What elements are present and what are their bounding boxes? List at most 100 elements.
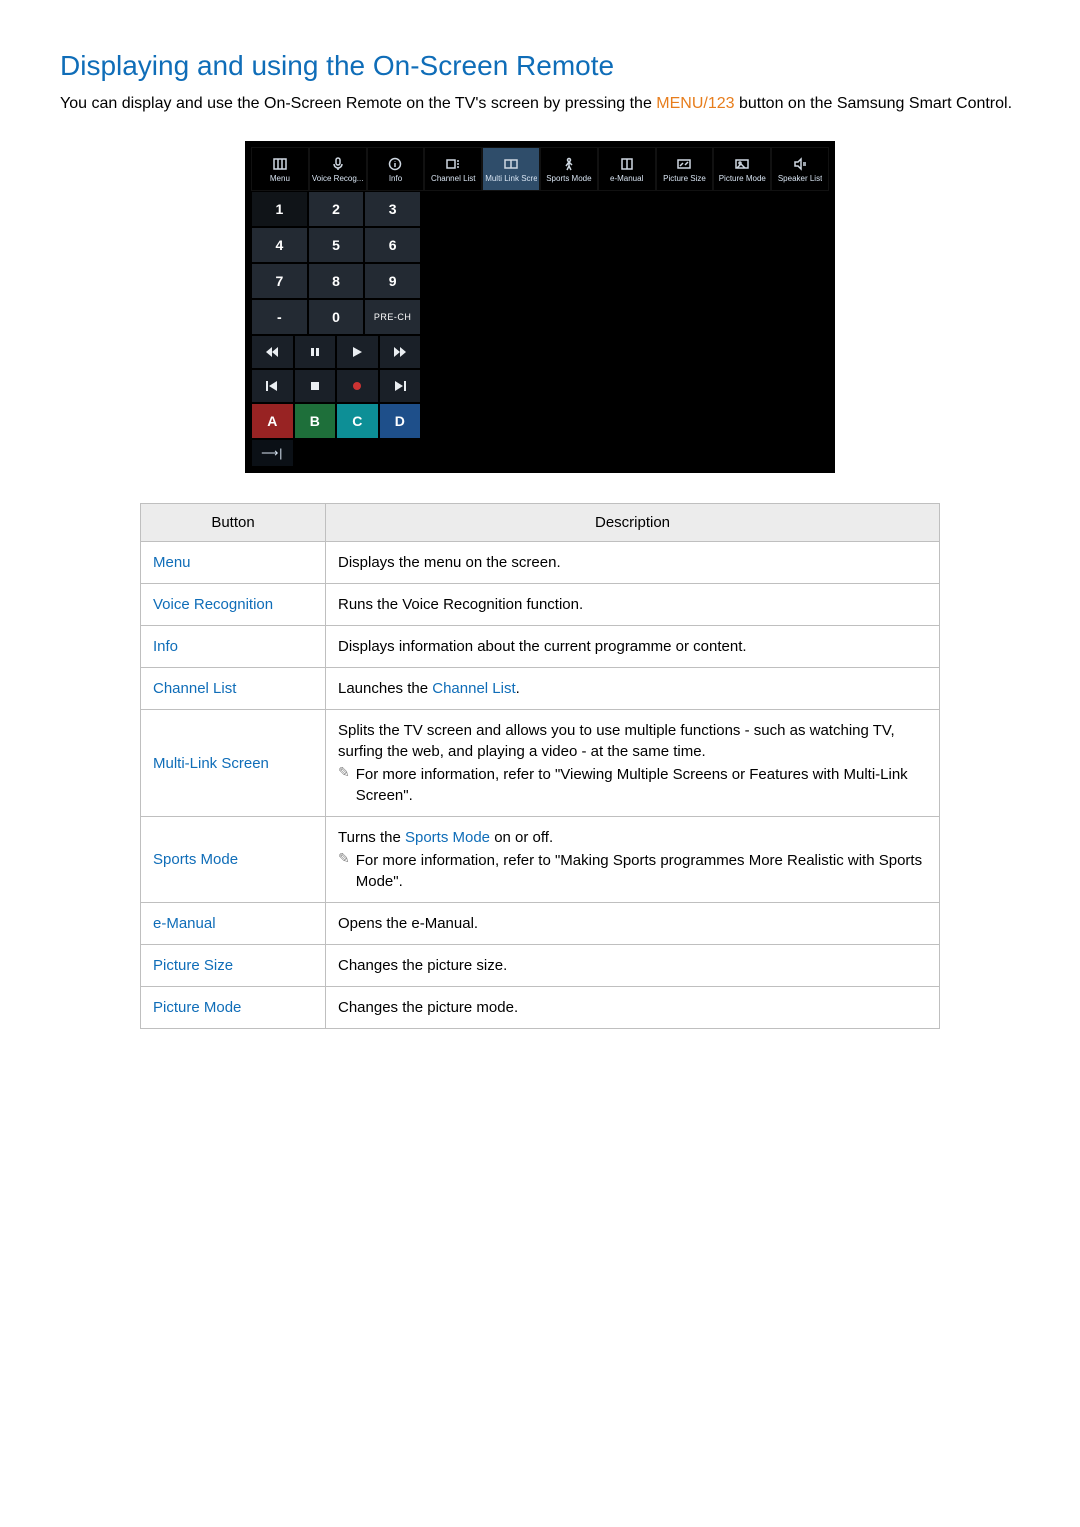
multi-link-icon [503, 157, 519, 171]
pause-button[interactable] [294, 335, 337, 369]
speaker-list-tile[interactable]: Speaker List [771, 147, 829, 191]
numpad-3[interactable]: 3 [364, 191, 421, 227]
note-text: For more information, refer to "Viewing … [356, 764, 927, 806]
button-description-table: Button Description Menu Displays the men… [140, 503, 940, 1029]
remote-right-blank [421, 191, 829, 467]
sports-mode-icon [561, 157, 577, 171]
numpad-8[interactable]: 8 [308, 263, 365, 299]
button-desc: Launches the Channel List. [326, 668, 940, 710]
fast-forward-icon [393, 346, 407, 358]
numpad-9[interactable]: 9 [364, 263, 421, 299]
stop-icon [308, 380, 322, 392]
voice-recog-tile-label: Voice Recog... [312, 174, 364, 183]
menu-tile-label: Menu [270, 174, 290, 183]
picture-size-icon [676, 157, 692, 171]
button-name: e-Manual [141, 903, 326, 945]
picture-mode-tile[interactable]: Picture Mode [713, 147, 771, 191]
play-icon [350, 346, 364, 358]
sports-mode-tile-label: Sports Mode [546, 174, 591, 183]
sports-mode-link: Sports Mode [405, 829, 490, 846]
channel-list-tile[interactable]: Channel List [424, 147, 482, 191]
desc-text: Turns the [338, 829, 405, 846]
speaker-list-tile-label: Speaker List [778, 174, 822, 183]
color-d-button[interactable]: D [379, 403, 422, 439]
intro-text-1: You can display and use the On-Screen Re… [60, 95, 656, 112]
table-row: Channel List Launches the Channel List. [141, 668, 940, 710]
note-icon: ✎ [338, 850, 350, 867]
page-title: Displaying and using the On-Screen Remot… [60, 50, 1020, 82]
skip-back-icon [265, 380, 279, 392]
button-desc: Runs the Voice Recognition function. [326, 584, 940, 626]
button-name: Menu [141, 542, 326, 584]
table-row: Menu Displays the menu on the screen. [141, 542, 940, 584]
button-name: Multi-Link Screen [141, 710, 326, 817]
numpad-5[interactable]: 5 [308, 227, 365, 263]
rewind-button[interactable] [251, 335, 294, 369]
color-b-button[interactable]: B [294, 403, 337, 439]
skip-back-button[interactable] [251, 369, 294, 403]
table-row: e-Manual Opens the e-Manual. [141, 903, 940, 945]
table-row: Voice Recognition Runs the Voice Recogni… [141, 584, 940, 626]
numpad-7[interactable]: 7 [251, 263, 308, 299]
table-row: Sports Mode Turns the Sports Mode on or … [141, 817, 940, 903]
button-name: Picture Mode [141, 987, 326, 1029]
menu123-label: MENU/123 [656, 95, 734, 112]
info-icon [387, 157, 403, 171]
on-screen-remote: Menu Voice Recog... Info Channel List Mu… [245, 141, 835, 473]
e-manual-tile[interactable]: e-Manual [598, 147, 656, 191]
color-a-button[interactable]: A [251, 403, 294, 439]
table-header-description: Description [326, 504, 940, 542]
button-desc: Splits the TV screen and allows you to u… [326, 710, 940, 817]
record-icon [353, 382, 361, 390]
color-c-button[interactable]: C [336, 403, 379, 439]
e-manual-tile-label: e-Manual [610, 174, 643, 183]
play-button[interactable] [336, 335, 379, 369]
channel-list-link: Channel List [432, 680, 515, 697]
stop-button[interactable] [294, 369, 337, 403]
desc-text: on or off. [490, 829, 553, 846]
picture-mode-tile-label: Picture Mode [719, 174, 766, 183]
numpad-dash[interactable]: - [251, 299, 308, 335]
voice-recog-tile[interactable]: Voice Recog... [309, 147, 367, 191]
scroll-right-button[interactable]: ⟶| [251, 439, 294, 467]
table-row: Multi-Link Screen Splits the TV screen a… [141, 710, 940, 817]
sports-mode-tile[interactable]: Sports Mode [540, 147, 598, 191]
table-row: Picture Mode Changes the picture mode. [141, 987, 940, 1029]
numpad-2[interactable]: 2 [308, 191, 365, 227]
remote-left-panel: 1 2 3 4 5 6 7 8 9 - 0 PRE-CH [251, 191, 421, 467]
picture-size-tile[interactable]: Picture Size [656, 147, 714, 191]
pre-ch-button[interactable]: PRE-CH [364, 299, 421, 335]
pause-icon [308, 346, 322, 358]
note-icon: ✎ [338, 764, 350, 781]
skip-forward-button[interactable] [379, 369, 422, 403]
desc-text: . [516, 680, 520, 697]
button-desc: Displays the menu on the screen. [326, 542, 940, 584]
speaker-list-icon [792, 157, 808, 171]
record-button[interactable] [336, 369, 379, 403]
menu-tile[interactable]: Menu [251, 147, 309, 191]
desc-text: Splits the TV screen and allows you to u… [338, 720, 927, 762]
table-header-button: Button [141, 504, 326, 542]
numpad-4[interactable]: 4 [251, 227, 308, 263]
desc-text: Launches the [338, 680, 432, 697]
button-desc: Turns the Sports Mode on or off. ✎ For mo… [326, 817, 940, 903]
button-desc: Displays information about the current p… [326, 626, 940, 668]
numpad-1[interactable]: 1 [251, 191, 308, 227]
note-text: For more information, refer to "Making S… [356, 850, 927, 892]
numpad-6[interactable]: 6 [364, 227, 421, 263]
e-manual-icon [619, 157, 635, 171]
button-name: Info [141, 626, 326, 668]
button-desc: Changes the picture mode. [326, 987, 940, 1029]
info-tile[interactable]: Info [367, 147, 425, 191]
button-name: Channel List [141, 668, 326, 710]
multi-link-screen-tile[interactable]: Multi Link Screen [482, 147, 540, 191]
button-desc: Changes the picture size. [326, 945, 940, 987]
fast-forward-button[interactable] [379, 335, 422, 369]
intro-paragraph: You can display and use the On-Screen Re… [60, 92, 1020, 116]
button-name: Sports Mode [141, 817, 326, 903]
remote-top-icon-row: Menu Voice Recog... Info Channel List Mu… [251, 147, 829, 191]
table-row: Picture Size Changes the picture size. [141, 945, 940, 987]
channel-list-tile-label: Channel List [431, 174, 475, 183]
numpad-0[interactable]: 0 [308, 299, 365, 335]
rewind-icon [265, 346, 279, 358]
